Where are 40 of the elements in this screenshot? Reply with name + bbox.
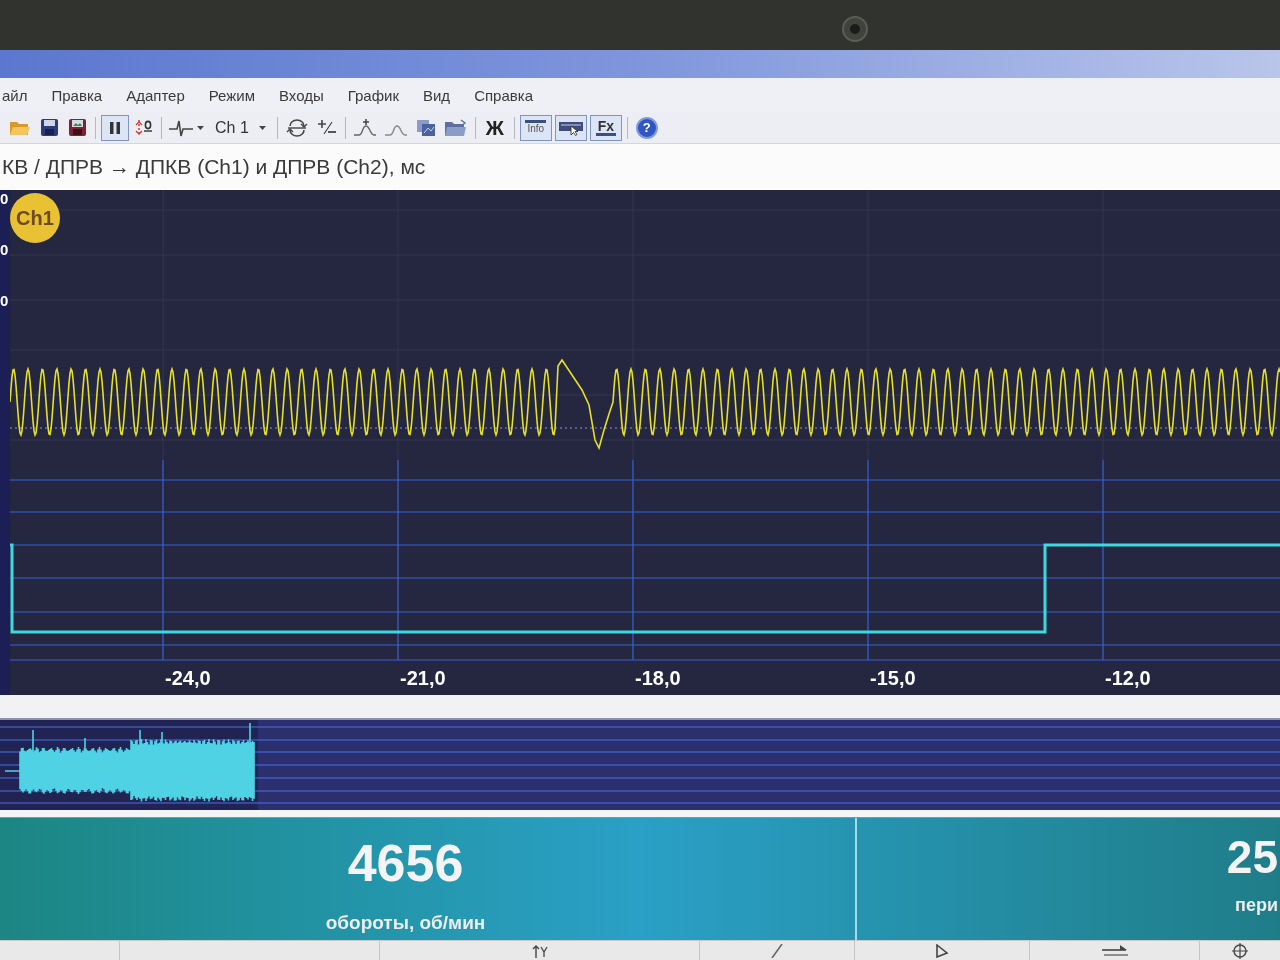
- menu-item[interactable]: Справка: [474, 87, 533, 103]
- camera-icon: [842, 16, 868, 42]
- help-button[interactable]: ?: [635, 116, 658, 139]
- axis-label: 0: [0, 190, 10, 208]
- sync-icon[interactable]: [285, 117, 308, 138]
- copy-icon[interactable]: [415, 118, 436, 137]
- screen-cursor-icon: [558, 119, 583, 136]
- rpm-value: 4656: [347, 836, 464, 890]
- axis-label: 0: [0, 241, 10, 259]
- plus-minus-icon[interactable]: [316, 118, 337, 137]
- zero-marker-icon[interactable]: [135, 118, 153, 137]
- channel-dropdown[interactable]: Ch 1: [209, 114, 272, 141]
- menu-item[interactable]: Входы: [279, 87, 324, 103]
- menu-item[interactable]: Правка: [51, 87, 103, 103]
- reading-label: пери: [1235, 894, 1278, 916]
- menu-item[interactable]: Режим: [208, 87, 255, 103]
- fx-button[interactable]: Fx: [589, 114, 622, 141]
- menu-item[interactable]: График: [347, 87, 399, 103]
- caret-icon: [258, 125, 266, 130]
- pause-icon: [109, 120, 121, 135]
- folder-icon[interactable]: [444, 118, 467, 137]
- menu-item[interactable]: Вид: [423, 87, 451, 103]
- pause-button[interactable]: [101, 114, 129, 141]
- curve-plus-icon[interactable]: [353, 118, 376, 137]
- swap-arrows-icon: [1099, 943, 1130, 958]
- info-button[interactable]: Info: [519, 114, 552, 141]
- letter-button[interactable]: Ж: [480, 114, 509, 141]
- crosshair-icon: [1232, 942, 1248, 959]
- diagonal-line-icon: [771, 943, 783, 958]
- display-button[interactable]: [554, 114, 587, 141]
- chart-title: КВ / ДПРВ → ДПКВ (Ch1) и ДПРВ (Ch2), мс: [2, 154, 426, 181]
- menu-item[interactable]: Адаптер: [126, 87, 185, 103]
- axis-label: 0: [0, 292, 10, 310]
- menu-item[interactable]: айл: [2, 87, 28, 103]
- rpm-label: обороты, об/мин: [325, 912, 486, 934]
- y-axis-arrow-icon: [530, 943, 549, 958]
- caret-icon: [197, 125, 204, 130]
- triangle-icon: [935, 943, 949, 958]
- pulse-icon: [169, 118, 193, 137]
- reading-value: 25: [1226, 832, 1278, 882]
